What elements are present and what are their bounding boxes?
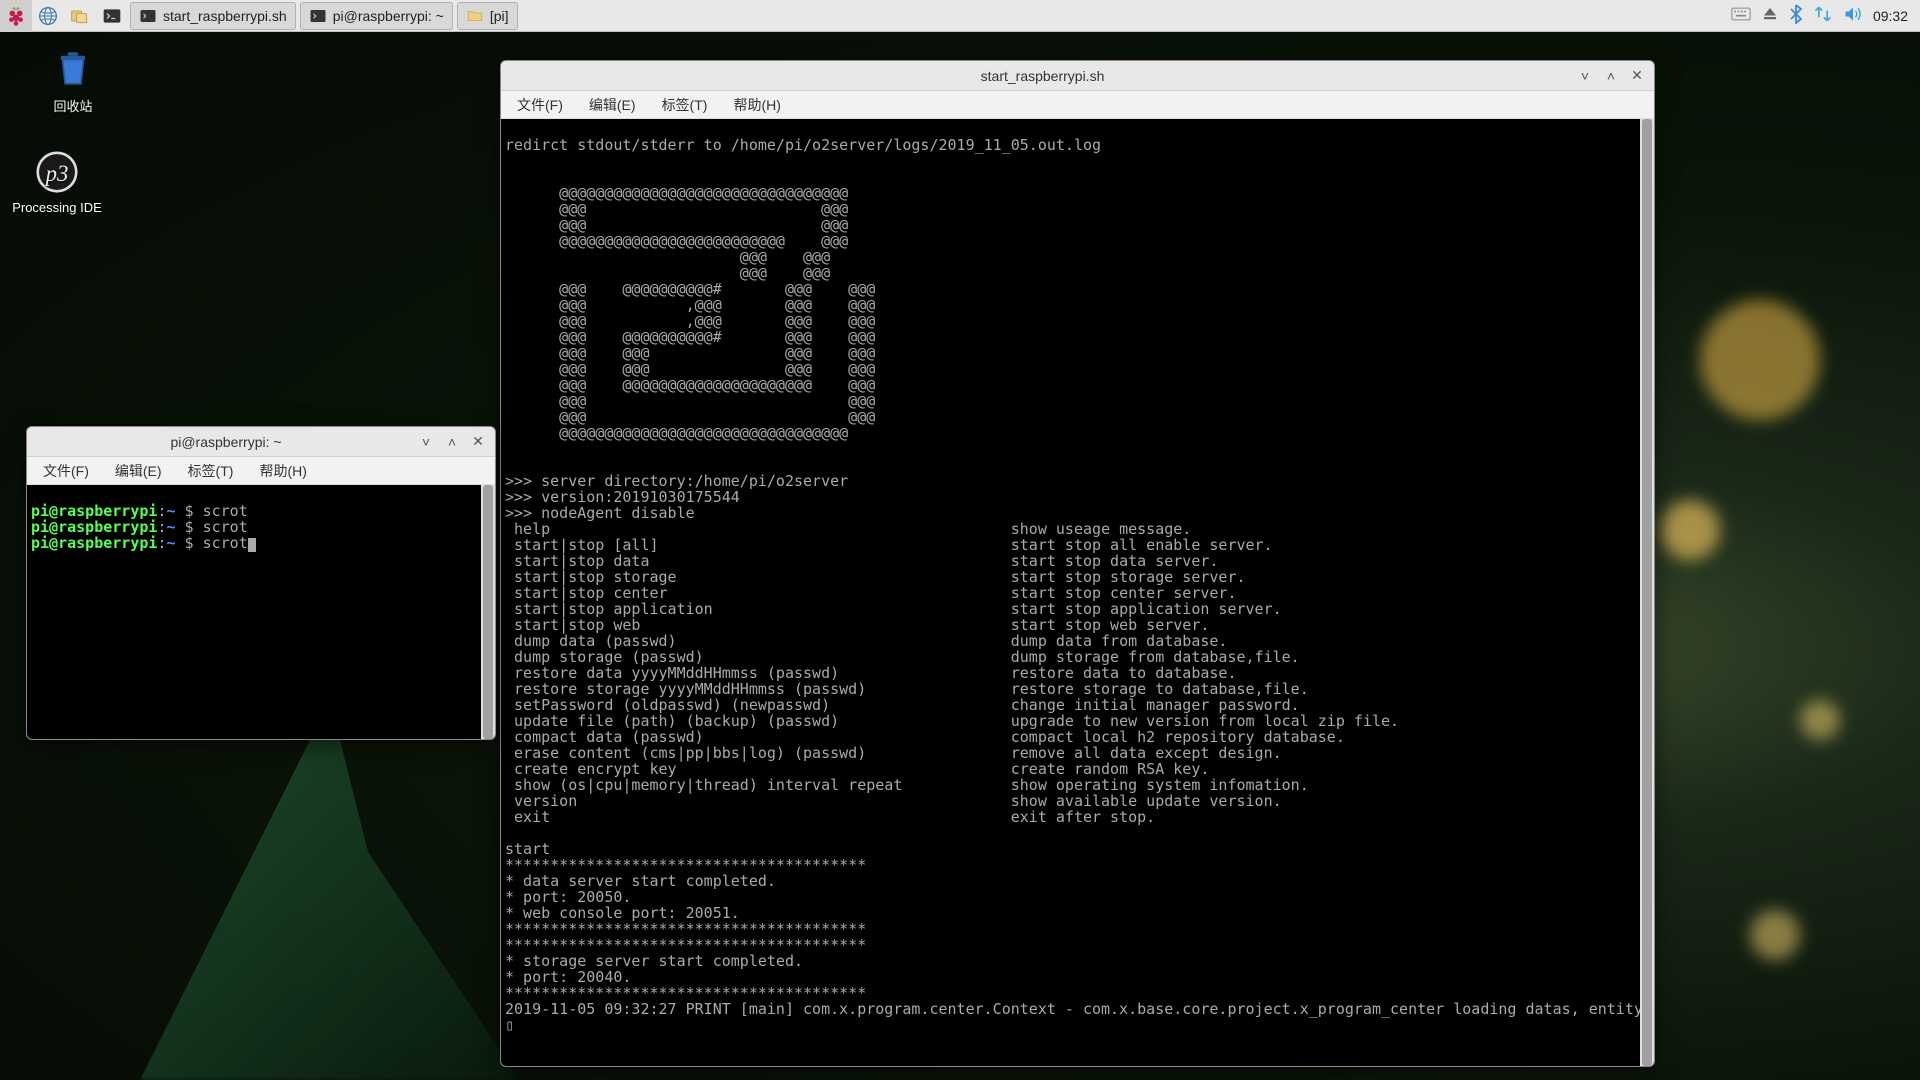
desktop-trash-icon[interactable]: 回收站 xyxy=(28,44,118,115)
menu-file[interactable]: 文件(F) xyxy=(39,459,93,483)
taskbar-task-start-sh[interactable]: start_raspberrypi.sh xyxy=(130,2,296,30)
command-text: scrot xyxy=(203,534,248,552)
menu-edit[interactable]: 编辑(E) xyxy=(585,93,640,117)
terminal-launcher-icon[interactable] xyxy=(96,0,128,32)
minimize-icon[interactable]: ˅ xyxy=(417,433,435,451)
terminal-output[interactable]: redirct stdout/stderr to /home/pi/o2serv… xyxy=(501,119,1654,1066)
titlebar[interactable]: start_raspberrypi.sh ˅ ˄ ✕ xyxy=(501,61,1654,91)
desktop-icon-label: 回收站 xyxy=(28,96,118,115)
eject-tray-icon[interactable] xyxy=(1761,5,1779,26)
svg-text:p3: p3 xyxy=(44,161,69,186)
taskbar-task-label: pi@raspberrypi: ~ xyxy=(333,8,444,24)
scrollbar[interactable] xyxy=(481,485,495,739)
maximize-icon[interactable]: ˄ xyxy=(443,433,461,451)
close-icon[interactable]: ✕ xyxy=(469,433,487,451)
scrollbar[interactable] xyxy=(1640,119,1654,1066)
file-manager-icon[interactable] xyxy=(64,0,96,32)
window-title: pi@raspberrypi: ~ xyxy=(35,434,417,450)
menu-tabs[interactable]: 标签(T) xyxy=(658,93,712,117)
titlebar[interactable]: pi@raspberrypi: ~ ˅ ˄ ✕ xyxy=(27,427,495,457)
menubar: 文件(F) 编辑(E) 标签(T) 帮助(H) xyxy=(501,91,1654,119)
taskbar-task-pi-folder[interactable]: [pi] xyxy=(457,2,518,30)
menu-file[interactable]: 文件(F) xyxy=(513,93,567,117)
keyboard-tray-icon[interactable] xyxy=(1731,6,1751,25)
maximize-icon[interactable]: ˄ xyxy=(1602,67,1620,85)
taskbar-task-pi-terminal[interactable]: pi@raspberrypi: ~ xyxy=(300,2,453,30)
close-icon[interactable]: ✕ xyxy=(1628,67,1646,85)
taskbar-task-label: [pi] xyxy=(490,8,509,24)
terminal-icon xyxy=(139,7,157,25)
menu-help[interactable]: 帮助(H) xyxy=(255,459,310,483)
menubar: 文件(F) 编辑(E) 标签(T) 帮助(H) xyxy=(27,457,495,485)
menu-tabs[interactable]: 标签(T) xyxy=(184,459,238,483)
menu-help[interactable]: 帮助(H) xyxy=(729,93,784,117)
prompt-path: ~ xyxy=(166,534,175,552)
folder-icon xyxy=(466,7,484,25)
terminal-text: redirct stdout/stderr to /home/pi/o2serv… xyxy=(505,136,1654,1034)
window-pi-terminal: pi@raspberrypi: ~ ˅ ˄ ✕ 文件(F) 编辑(E) 标签(T… xyxy=(26,426,496,740)
taskbar: start_raspberrypi.sh pi@raspberrypi: ~ [… xyxy=(0,0,1920,32)
desktop-processing-icon[interactable]: p3 Processing IDE xyxy=(12,148,102,215)
desktop-icon-label: Processing IDE xyxy=(12,200,102,215)
minimize-icon[interactable]: ˅ xyxy=(1576,67,1594,85)
taskbar-clock[interactable]: 09:32 xyxy=(1873,8,1908,24)
web-browser-icon[interactable] xyxy=(32,0,64,32)
window-title: start_raspberrypi.sh xyxy=(509,68,1576,84)
menu-raspberry-icon[interactable] xyxy=(0,0,32,32)
network-tray-icon[interactable] xyxy=(1813,4,1833,27)
window-start-raspberrypi: start_raspberrypi.sh ˅ ˄ ✕ 文件(F) 编辑(E) 标… xyxy=(500,60,1655,1067)
menu-edit[interactable]: 编辑(E) xyxy=(111,459,166,483)
prompt-user: pi@raspberrypi xyxy=(31,534,157,552)
taskbar-task-label: start_raspberrypi.sh xyxy=(163,8,287,24)
terminal-output[interactable]: pi@raspberrypi:~ $ scrot pi@raspberrypi:… xyxy=(27,485,495,739)
terminal-icon xyxy=(309,7,327,25)
cursor xyxy=(248,538,256,552)
volume-tray-icon[interactable] xyxy=(1843,4,1863,27)
bluetooth-tray-icon[interactable] xyxy=(1789,4,1803,27)
